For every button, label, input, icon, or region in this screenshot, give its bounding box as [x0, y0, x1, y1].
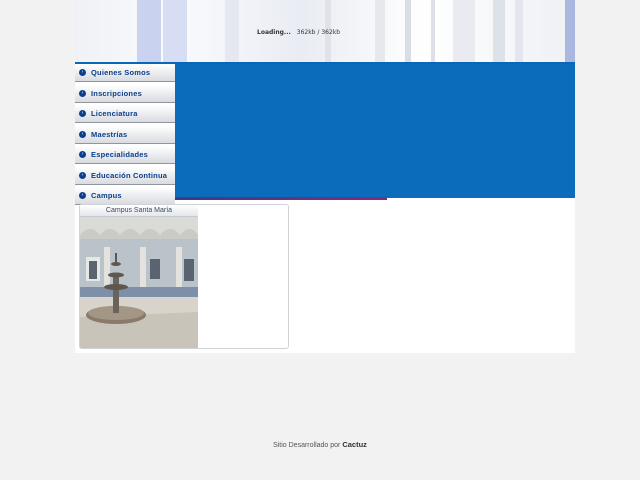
header-banner: Loading... 362kb / 362kb: [75, 0, 575, 62]
menu-item-label: Maestrías: [91, 129, 128, 139]
menu-item-label: Licenciatura: [91, 109, 138, 118]
arrow-bullet-icon: ›: [79, 171, 86, 179]
loading-progress: 362kb / 362kb: [296, 29, 341, 36]
menu-item-label: Inscripciones: [91, 88, 142, 98]
arrow-bullet-icon: ›: [79, 192, 86, 199]
campus-card[interactable]: Campus Santa María: [79, 204, 289, 349]
menu-item-label: Campus: [91, 191, 122, 200]
arrow-bullet-icon: ›: [79, 151, 86, 158]
menu-item-licenciatura[interactable]: › Licenciatura: [75, 105, 175, 123]
menu-item-educacion-continua[interactable]: › Educación Continua: [75, 166, 175, 185]
loading-label: Loading...: [257, 29, 291, 36]
loading-indicator: Loading... 362kb / 362kb: [257, 29, 340, 36]
menu-item-especialidades[interactable]: › Especialidades: [75, 146, 175, 164]
hero-accent-line: [175, 197, 387, 200]
menu-item-maestrias[interactable]: › Maestrías: [75, 125, 175, 144]
arrow-bullet-icon: ›: [79, 89, 86, 97]
menu-item-label: Especialidades: [91, 150, 148, 159]
site-footer: Sitio Desarrollado por Cactuz: [0, 440, 640, 449]
hero-panel: [175, 64, 575, 198]
footer-text: Sitio Desarrollado por: [273, 442, 341, 449]
site-container: Loading... 362kb / 362kb › Quienes Somos …: [75, 0, 575, 353]
arrow-bullet-icon: ›: [79, 110, 86, 117]
campus-card-title: Campus Santa María: [80, 205, 198, 217]
menu-item-inscripciones[interactable]: › Inscripciones: [75, 84, 175, 103]
arrow-bullet-icon: ›: [79, 69, 86, 76]
footer-brand-link[interactable]: Cactuz: [342, 440, 367, 449]
menu-item-quienes-somos[interactable]: › Quienes Somos: [75, 64, 175, 82]
campus-courtyard-photo: [80, 217, 198, 348]
side-menu: › Quienes Somos › Inscripciones › Licenc…: [75, 64, 175, 208]
arrow-bullet-icon: ›: [79, 130, 86, 138]
menu-item-label: Educación Continua: [91, 170, 168, 180]
menu-item-label: Quienes Somos: [91, 68, 151, 77]
menu-item-campus[interactable]: › Campus: [75, 187, 175, 205]
